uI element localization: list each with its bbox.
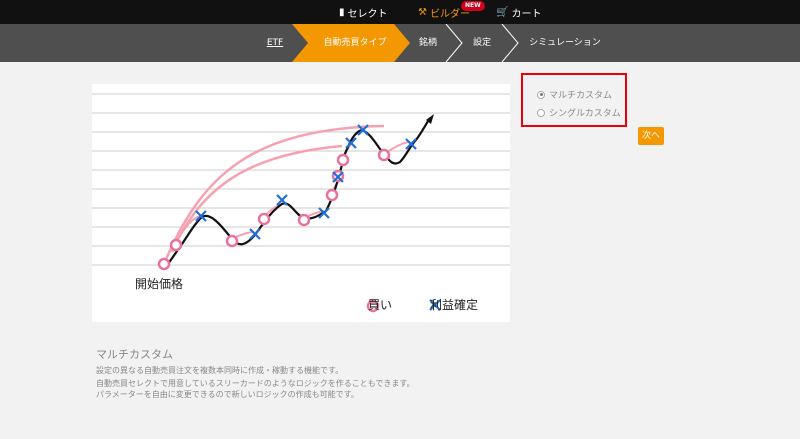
take-profit-marker xyxy=(405,138,417,150)
step-settings: 設定 xyxy=(472,38,491,48)
description-line: 設定の異なる自動売買注文を複数本同時に作成・稼動する機能です。 xyxy=(96,366,344,375)
radio-multi-custom[interactable] xyxy=(537,90,545,99)
step-stock: 銘柄 xyxy=(418,38,437,48)
take-profit-marker xyxy=(318,207,330,219)
buy-marker xyxy=(297,213,311,227)
option-single-custom-label: シングルカスタム xyxy=(549,109,621,119)
next-button[interactable]: 次へ xyxy=(638,127,664,145)
description-title: マルチカスタム xyxy=(96,348,173,361)
step-auto-trade-type: 自動売買タイプ xyxy=(323,38,387,48)
new-badge: NEW xyxy=(461,1,485,11)
nav-cart[interactable]: 🛒 カート xyxy=(496,0,541,24)
take-profit-marker xyxy=(195,210,207,222)
nav-select-label: セレクト xyxy=(347,8,388,20)
radio-single-custom[interactable] xyxy=(537,108,545,117)
description-line: 自動売買セレクトで用意しているスリーカードのようなロジックを作ることもできます。 xyxy=(96,379,415,388)
top-bar xyxy=(0,0,800,24)
buy-marker xyxy=(257,212,271,226)
cart-icon: 🛒 xyxy=(496,6,509,18)
step-breadcrumb: ETF 自動売買タイプ 銘柄 設定 シミュレーション xyxy=(0,24,800,62)
take-profit-marker xyxy=(357,124,369,136)
step-arrows xyxy=(292,24,519,62)
nav-select[interactable]: ▮ セレクト xyxy=(339,0,388,24)
buy-marker xyxy=(377,148,391,162)
nav-cart-label: カート xyxy=(511,8,542,20)
legend-take-profit-label: 利益確定 xyxy=(430,298,479,312)
description-line: パラメーターを自由に変更できるので新しいロジックの作成も可能です。 xyxy=(96,390,359,399)
buy-marker xyxy=(325,188,339,202)
step-simulation: シミュレーション xyxy=(529,38,601,48)
option-multi-custom[interactable]: マルチカスタム xyxy=(537,88,612,101)
take-profit-marker xyxy=(276,194,288,206)
type-options-box: マルチカスタム シングルカスタム xyxy=(521,73,627,127)
buy-marker xyxy=(169,238,183,252)
option-single-custom[interactable]: シングルカスタム xyxy=(537,106,621,119)
take-profit-marker xyxy=(249,228,261,240)
step-etf[interactable]: ETF xyxy=(258,24,292,62)
legend-buy-label: 買い xyxy=(368,298,393,312)
buy-marker xyxy=(157,257,171,271)
buy-marker xyxy=(225,234,239,248)
buy-marker xyxy=(336,153,350,167)
document-icon: ▮ xyxy=(339,6,345,18)
start-price-label: 開始価格 xyxy=(135,275,184,292)
take-profit-marker xyxy=(345,137,357,149)
option-multi-custom-label: マルチカスタム xyxy=(549,91,613,101)
hammer-icon: ⚒ xyxy=(418,6,427,18)
